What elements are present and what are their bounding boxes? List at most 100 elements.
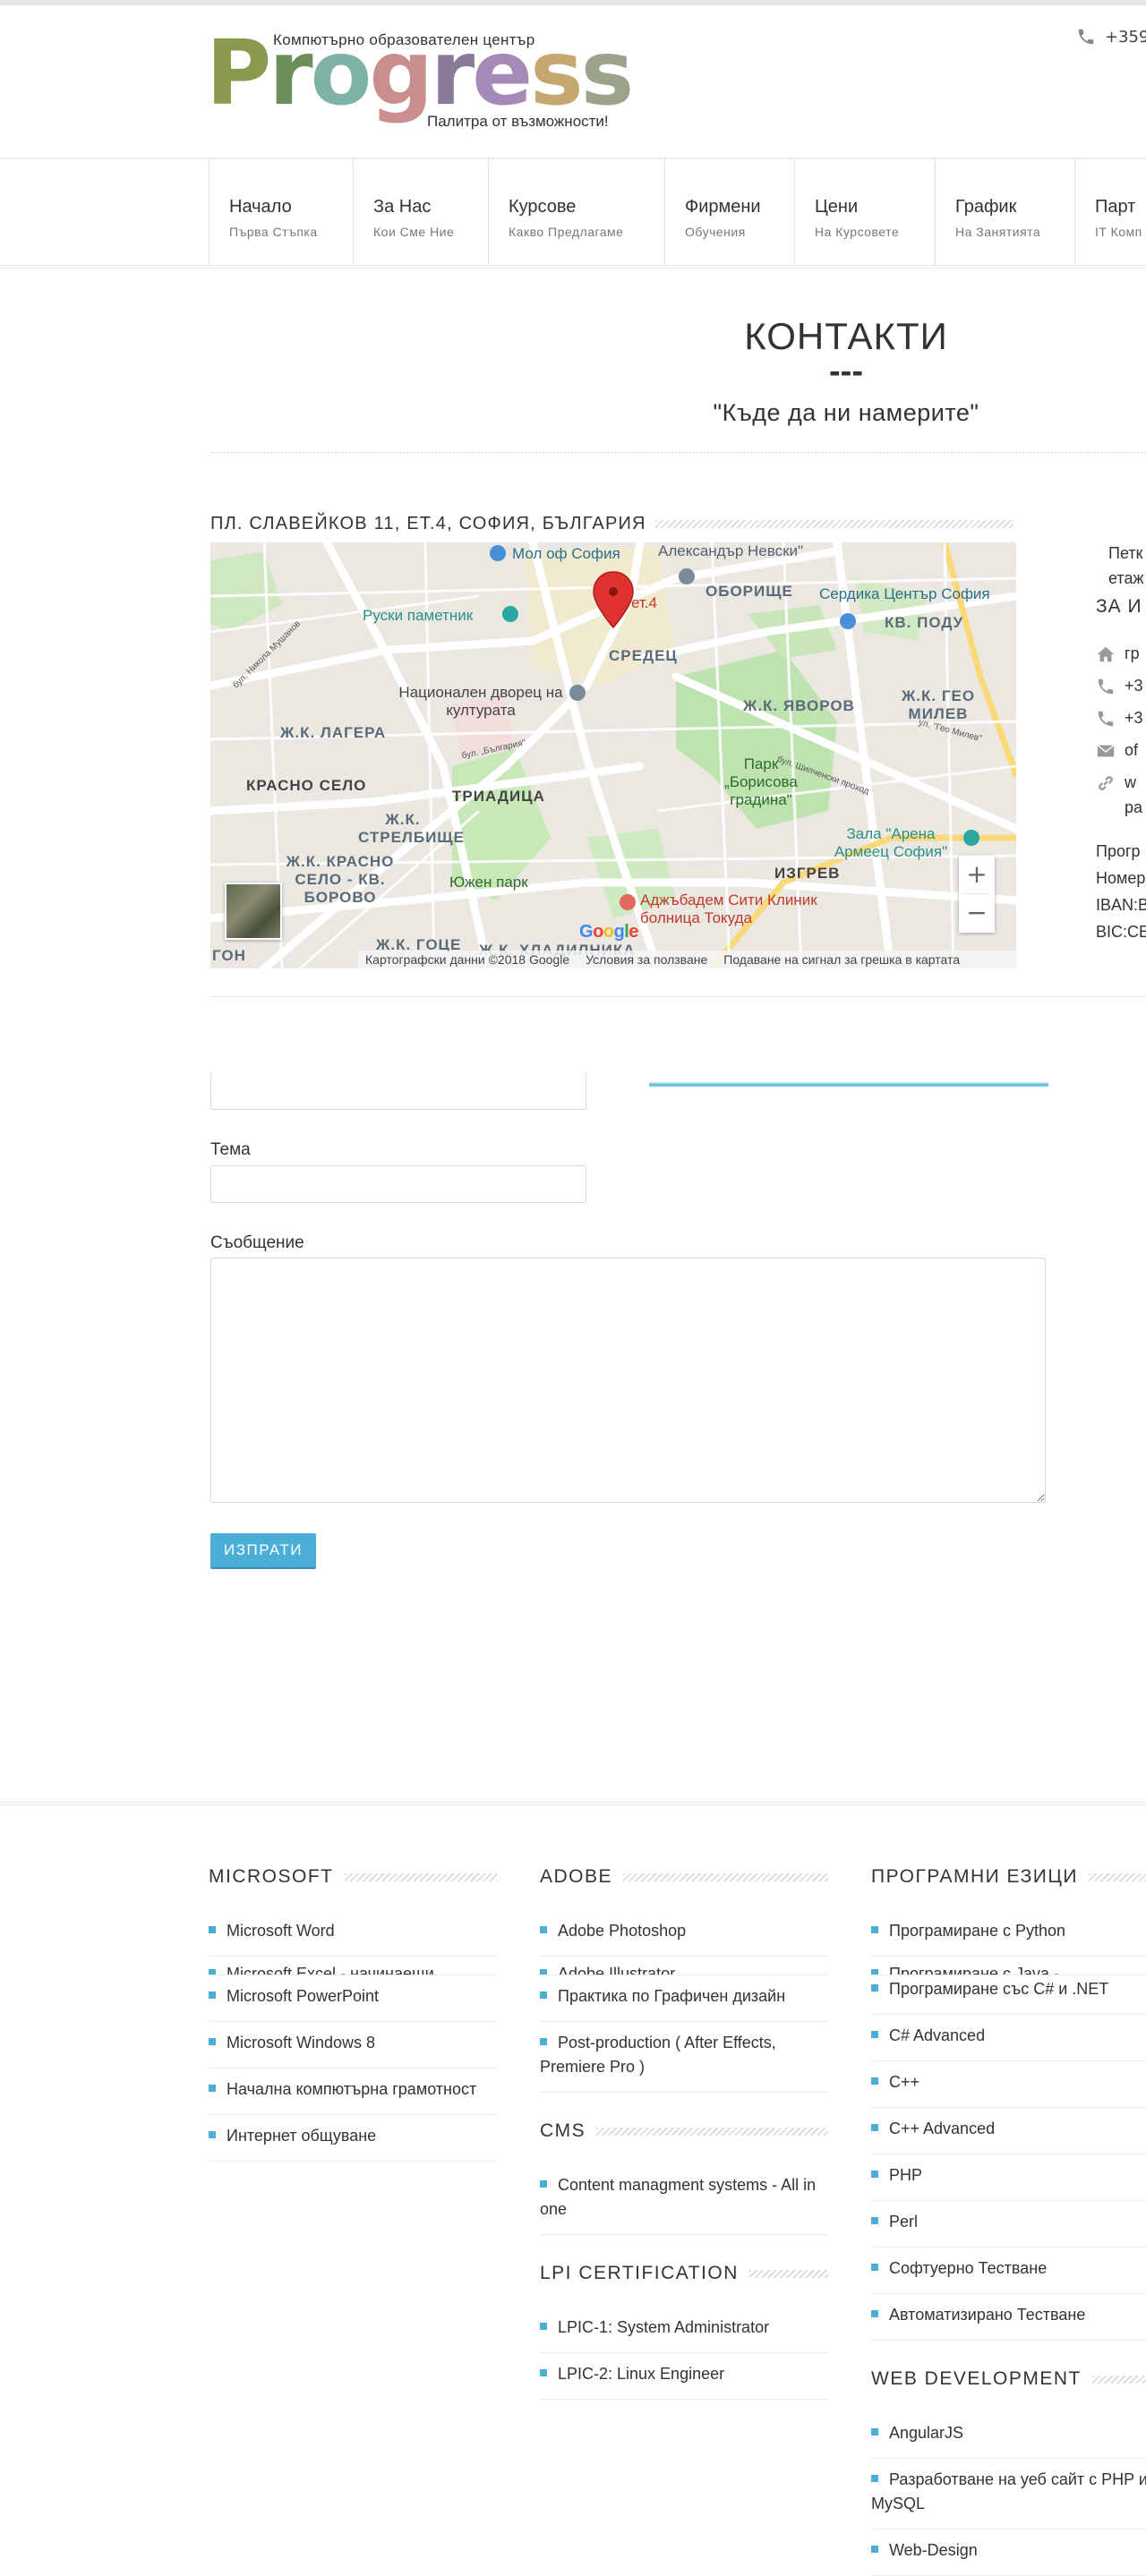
footer-link[interactable]: Microsoft PowerPoint (209, 1975, 497, 2022)
footer-link[interactable]: Практика по Графичен дизайн (540, 1975, 828, 2022)
info-row-phone[interactable]: +3 (1096, 709, 1146, 741)
logo-letter: s (530, 21, 584, 125)
zoom-in-button[interactable]: + (959, 856, 995, 893)
footer-link[interactable]: Web-Design (871, 2529, 1146, 2576)
footer-link[interactable]: Начална компютърна грамотност (209, 2068, 497, 2115)
zoom-out-button[interactable]: − (959, 894, 995, 932)
map-label: Ж.К. ГЕО МИЛЕВ (901, 687, 976, 722)
footer-link-text: Софтуерно Тестване (889, 2259, 1048, 2277)
footer-link[interactable]: Програмиране с Java - (871, 1957, 1146, 1975)
phone-icon (1098, 711, 1114, 727)
subject-field[interactable] (210, 1165, 586, 1203)
footer-link[interactable]: Разработване на уеб сайт с PHP и MySQL (871, 2459, 1146, 2529)
map-label: ОБОРИЩЕ (706, 583, 793, 600)
footer-column-adobe: ADOBE Adobe Photoshop Adobe Illustrator … (540, 1864, 828, 2400)
nav-item-courses[interactable]: Курсове Какво Предлагаме (488, 159, 664, 265)
heading-stripes (596, 2127, 828, 2136)
info-row-email[interactable]: of (1096, 741, 1146, 773)
info-row-website[interactable]: w (1096, 773, 1146, 798)
footer-link[interactable]: Програмиране с Python (871, 1910, 1146, 1957)
map-label: Ж.К. ЯВОРОВ (743, 697, 855, 714)
footer-link-text: Програмиране със C# и .NET (889, 1980, 1109, 1998)
map-label: Сердика Център София (819, 585, 990, 602)
footer-link[interactable]: C++ Advanced (871, 2108, 1146, 2154)
bullet-icon (540, 1926, 547, 1933)
google-map[interactable]: Мол оф София Александър Невски" ОБОРИЩЕ … (210, 542, 1016, 968)
nav-subtitle: Обучения (685, 225, 746, 239)
footer-link-text: LPIC-1: System Administrator (558, 2318, 770, 2336)
footer-link-text: Разработване на уеб сайт с PHP и MySQL (871, 2470, 1146, 2512)
footer-link[interactable]: Автоматизирано Тестване (871, 2294, 1146, 2341)
map-label: Ж.К. СТРЕЛБИЩЕ (358, 811, 465, 846)
footer-link[interactable]: Microsoft Windows 8 (209, 2022, 497, 2068)
footer-heading-text: LPI CERTIFICATION (540, 2263, 739, 2283)
footer-link[interactable]: LPIC-1: System Administrator (540, 2307, 828, 2353)
google-letter: g (613, 922, 625, 942)
footer-link[interactable]: Post-production ( After Effects, Premier… (540, 2022, 828, 2093)
footer-link[interactable]: PHP (871, 2154, 1146, 2201)
footer-link[interactable]: LPIC-2: Linux Engineer (540, 2353, 828, 2400)
nav-item-home[interactable]: Начало Първа Стъпка (209, 159, 353, 265)
nav-title: Фирмени (685, 197, 761, 217)
bullet-icon (209, 2131, 216, 2138)
footer-link[interactable]: Интернет общуване (209, 2115, 497, 2162)
page-title-divider: --- (829, 353, 863, 390)
bullet-icon (871, 2428, 878, 2435)
map-label: Ж.К. КРАСНО СЕЛО - КВ. БОРОВО (286, 853, 395, 906)
footer-heading: ПРОГРАМНИ ЕЗИЦИ (871, 1864, 1146, 1890)
bullet-icon (871, 1984, 878, 1992)
footer-link[interactable]: Софтуерно Тестване (871, 2248, 1146, 2294)
bullet-icon (871, 2124, 878, 2131)
address-heading-text: ПЛ. СЛАВЕЙКОВ 11, ЕТ.4, СОФИЯ, БЪЛГАРИЯ (210, 514, 646, 533)
map-report-link[interactable]: Подаване на сигнал за грешка в картата (723, 952, 960, 967)
header-phone[interactable]: +359 (1076, 27, 1146, 47)
footer-column-programming: ПРОГРАМНИ ЕЗИЦИ Програмиране с Python Пр… (871, 1864, 1146, 2576)
footer-link[interactable]: Microsoft Excel - начинаещи (209, 1957, 497, 1975)
footer-link-text: Microsoft Excel - начинаещи (227, 1965, 434, 1975)
bullet-icon (871, 2171, 878, 2178)
message-label: Съобщение (210, 1233, 304, 1252)
info-row-phone[interactable]: +3 (1096, 677, 1146, 709)
nav-item-prices[interactable]: Цени На Курсовете (794, 159, 935, 265)
message-field[interactable] (210, 1258, 1046, 1503)
logo-letter: P (206, 21, 271, 125)
nav-item-about[interactable]: За Нас Кои Сме Ние (353, 159, 488, 265)
bullet-icon (871, 2264, 878, 2271)
footer-link-text: Microsoft PowerPoint (227, 1987, 380, 2005)
nav-item-corporate[interactable]: Фирмени Обучения (664, 159, 794, 265)
footer-link[interactable]: Програмиране със C# и .NET (871, 1975, 1146, 2015)
footer-heading-text: CMS (540, 2120, 586, 2141)
nav-subtitle: Кои Сме Ние (373, 225, 455, 239)
footer-link[interactable]: Adobe Photoshop (540, 1910, 828, 1957)
header-phone-number: +359 (1105, 27, 1146, 47)
section-divider (210, 452, 1146, 454)
email-field[interactable] (210, 1072, 586, 1110)
bullet-icon (540, 1992, 547, 1999)
footer-link[interactable]: AngularJS (871, 2412, 1146, 2459)
info-text: +3 (1125, 677, 1143, 695)
map-terms-link[interactable]: Условия за ползване (586, 952, 707, 967)
footer-link[interactable]: Adobe Illustrator (540, 1957, 828, 1975)
footer-link[interactable]: Content managment systems - All in one (540, 2164, 828, 2235)
info-address-line: Петк (1108, 544, 1143, 562)
heading-stripes (344, 1872, 497, 1881)
google-letter: e (629, 922, 638, 942)
footer-link[interactable]: C++ (871, 2061, 1146, 2108)
footer-link[interactable]: Microsoft Word (209, 1910, 497, 1957)
logo-top-text: Компютърно образователен център (273, 31, 535, 48)
footer-link-text: Програмиране с Java - (889, 1965, 1059, 1975)
footer-link[interactable]: C# Advanced (871, 2015, 1146, 2061)
footer-link[interactable]: Perl (871, 2201, 1146, 2248)
nav-item-partners[interactable]: Парт IT Комп (1074, 159, 1146, 265)
bank-line: Номер (1096, 869, 1146, 887)
footer-link-text: Начална компютърна грамотност (227, 2080, 477, 2098)
bullet-icon (540, 2038, 547, 2045)
bullet-icon (209, 1926, 216, 1933)
nav-item-schedule[interactable]: График На Занятията (935, 159, 1074, 265)
phone-icon (1078, 29, 1094, 45)
satellite-toggle[interactable] (225, 883, 282, 940)
send-button[interactable]: ИЗПРАТИ (210, 1533, 316, 1567)
bullet-icon (871, 1969, 878, 1975)
info-text: гр (1125, 644, 1140, 662)
logo[interactable]: Progress Компютърно образователен център… (206, 27, 645, 143)
